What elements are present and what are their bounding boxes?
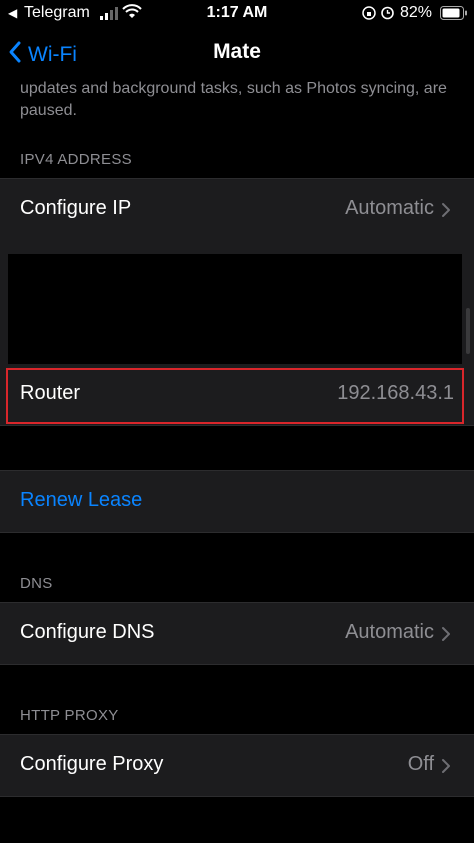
chevron-right-icon [438, 757, 454, 775]
redacted-block [8, 254, 462, 364]
configure-dns-label: Configure DNS [20, 621, 155, 643]
highlight-box [6, 368, 464, 424]
configure-proxy-label: Configure Proxy [20, 753, 164, 775]
renew-lease-group: Renew Lease [0, 470, 474, 533]
lock-rotation-icon [362, 6, 376, 25]
http-proxy-section-header: HTTP PROXY [20, 707, 119, 724]
status-bar: ◀ Telegram 1:17 AM 82% [0, 0, 474, 28]
navigation-bar: Wi-Fi Mate [0, 28, 474, 80]
scroll-indicator[interactable] [466, 308, 470, 354]
chevron-right-icon [438, 625, 454, 643]
configure-dns-row[interactable]: Configure DNS Automatic [0, 603, 474, 664]
configure-proxy-row[interactable]: Configure Proxy Off [0, 735, 474, 796]
dns-group: Configure DNS Automatic [0, 602, 474, 665]
renew-lease-label: Renew Lease [20, 489, 143, 511]
chevron-right-icon [438, 201, 454, 219]
dns-section-header: DNS [20, 575, 53, 592]
configure-ip-value: Automatic [345, 197, 434, 219]
page-title: Mate [213, 40, 261, 63]
ipv4-section-header: IPV4 ADDRESS [20, 151, 132, 168]
configure-proxy-value: Off [407, 753, 434, 775]
proxy-group: Configure Proxy Off [0, 734, 474, 797]
battery-icon [440, 6, 468, 25]
renew-lease-button[interactable]: Renew Lease [0, 471, 474, 532]
configure-ip-label: Configure IP [20, 197, 132, 219]
configure-ip-row[interactable]: Configure IP Automatic [0, 179, 474, 240]
ipv4-group: Configure IP Automatic [0, 178, 474, 241]
alarm-icon [380, 5, 395, 25]
section-footer-note: updates and background tasks, such as Ph… [20, 80, 447, 119]
configure-dns-value: Automatic [345, 621, 434, 643]
battery-percent: 82% [400, 4, 433, 21]
